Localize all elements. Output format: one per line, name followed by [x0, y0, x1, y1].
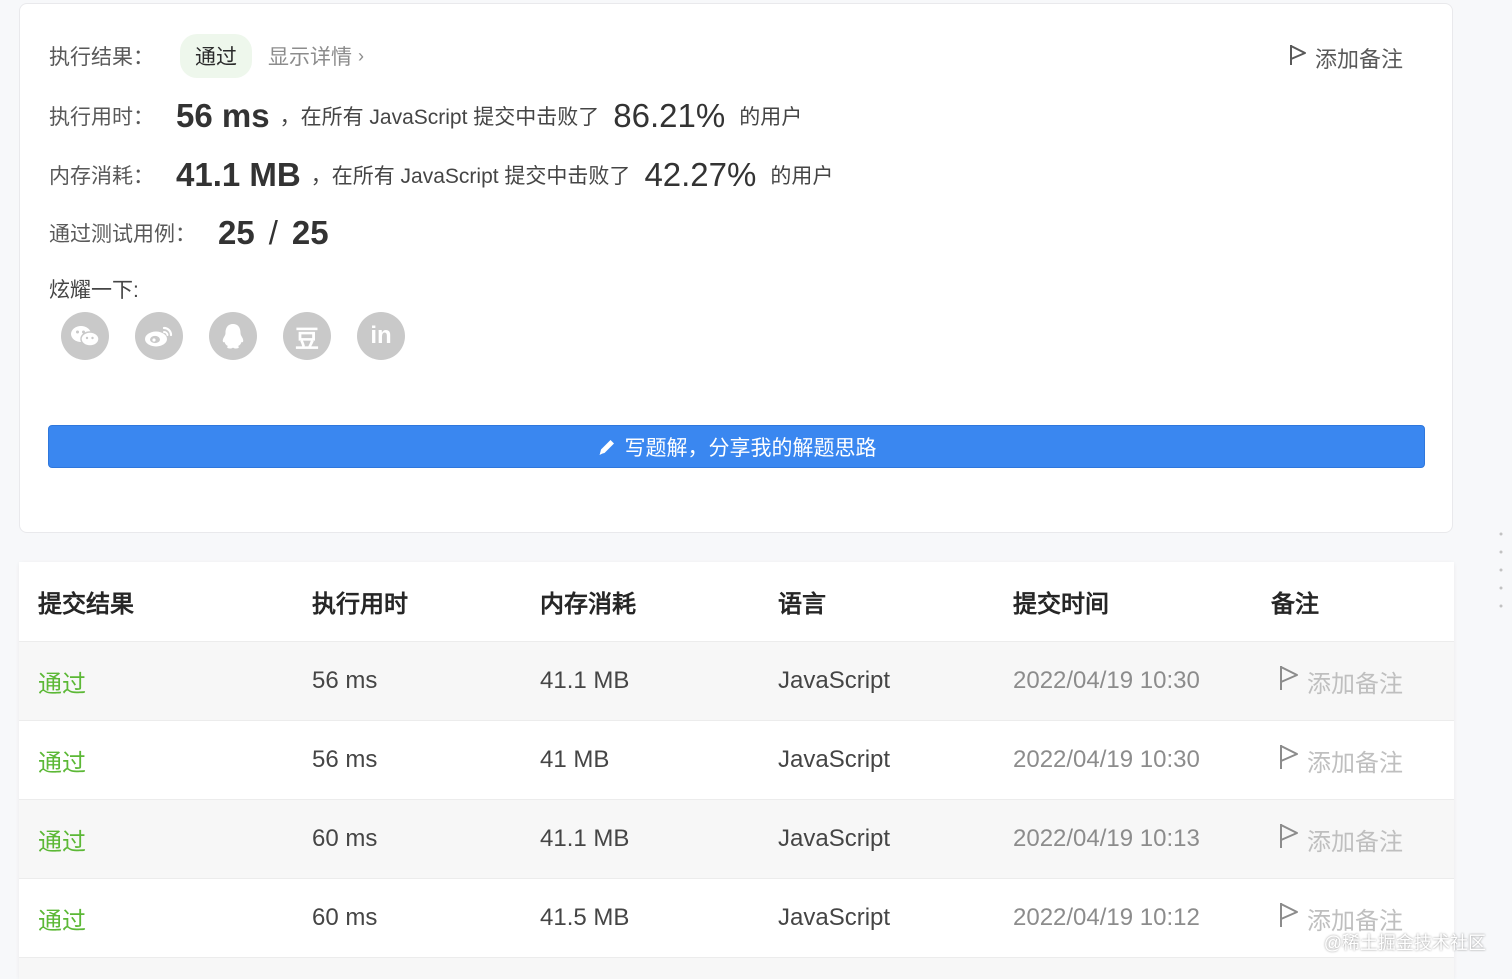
write-solution-button[interactable]: 写题解，分享我的解题思路 [48, 425, 1425, 468]
show-details-link[interactable]: 显示详情 › [268, 41, 364, 71]
row-status[interactable]: 通过 [38, 664, 86, 699]
runtime-row: 执行用时： 56 ms ，在所有 JavaScript 提交中击败了 86.21… [49, 97, 802, 135]
write-solution-label: 写题解，分享我的解题思路 [624, 436, 877, 460]
row-time: 2022/04/19 10:13 [1013, 825, 1200, 852]
memory-suffix: 的用户 [770, 165, 834, 188]
pencil-icon [597, 437, 617, 457]
row-runtime: 56 ms [312, 667, 378, 694]
douban-glyph: 豆 [295, 325, 319, 353]
row-runtime: 56 ms [312, 746, 378, 773]
header-note: 备注 [1271, 591, 1319, 618]
show-details-label: 显示详情 [268, 46, 352, 69]
row-memory: 41.1 MB [540, 825, 630, 852]
row-time: 2022/04/19 10:12 [1013, 904, 1200, 931]
row-language: JavaScript [778, 667, 891, 694]
submissions-table: 提交结果 执行用时 内存消耗 语言 提交时间 备注 通过 56 ms 41.1 … [19, 562, 1454, 979]
row-memory: 41.5 MB [540, 904, 630, 931]
flag-icon [1279, 823, 1299, 856]
flag-icon [1279, 665, 1299, 698]
runtime-mid-text: ，在所有 JavaScript 提交中击败了 [279, 106, 600, 129]
tests-label: 通过测试用例： [49, 223, 196, 246]
row-status[interactable]: 通过 [38, 822, 86, 857]
linkedin-glyph: in [370, 322, 392, 349]
row-add-note-button[interactable]: 添加备注 [1279, 664, 1403, 699]
header-status: 提交结果 [38, 591, 134, 618]
row-add-note-label: 添加备注 [1307, 749, 1403, 777]
row-language: JavaScript [778, 904, 891, 931]
memory-value: 41.1 MB [176, 156, 301, 193]
share-icons: 豆 in [61, 312, 405, 360]
share-label: 炫耀一下: [49, 279, 139, 302]
add-note-button[interactable]: 添加备注 [1289, 42, 1403, 74]
runtime-percent: 86.21% [613, 97, 726, 134]
row-add-note-label: 添加备注 [1307, 828, 1403, 856]
row-time: 2022/04/19 10:30 [1013, 667, 1200, 694]
add-note-label: 添加备注 [1314, 47, 1403, 72]
chevron-right-icon: › [358, 45, 364, 66]
row-language: JavaScript [778, 746, 891, 773]
result-row: 执行结果： 通过 显示详情 › [49, 34, 364, 78]
status-badge: 通过 [180, 34, 252, 78]
row-runtime: 60 ms [312, 825, 378, 852]
row-language: JavaScript [778, 825, 891, 852]
watermark: @稀土掘金技术社区 [1323, 933, 1486, 953]
runtime-value: 56 ms [176, 97, 270, 134]
result-label: 执行结果： [49, 46, 154, 69]
runtime-label: 执行用时： [49, 106, 154, 129]
weibo-icon[interactable] [135, 312, 183, 360]
memory-percent: 42.27% [644, 156, 757, 193]
row-status[interactable]: 通过 [38, 901, 86, 936]
table-row-partial [19, 958, 1454, 979]
row-time: 2022/04/19 10:30 [1013, 746, 1200, 773]
row-memory: 41 MB [540, 746, 610, 773]
tests-row: 通过测试用例： 25 / 25 [49, 214, 329, 252]
row-runtime: 60 ms [312, 904, 378, 931]
header-language: 语言 [778, 591, 826, 618]
share-row: 炫耀一下: [49, 274, 139, 304]
flag-icon [1279, 744, 1299, 777]
row-add-note-button[interactable]: 添加备注 [1279, 822, 1403, 857]
table-row[interactable]: 通过 56 ms 41 MB JavaScript 2022/04/19 10:… [19, 721, 1454, 800]
memory-row: 内存消耗： 41.1 MB ，在所有 JavaScript 提交中击败了 42.… [49, 156, 833, 194]
runtime-suffix: 的用户 [739, 106, 803, 129]
table-row[interactable]: 通过 60 ms 41.1 MB JavaScript 2022/04/19 1… [19, 800, 1454, 879]
table-row[interactable]: 通过 56 ms 41.1 MB JavaScript 2022/04/19 1… [19, 642, 1454, 721]
douban-icon[interactable]: 豆 [283, 312, 331, 360]
row-add-note-label: 添加备注 [1307, 670, 1403, 698]
flag-icon [1289, 44, 1307, 72]
table-header: 提交结果 执行用时 内存消耗 语言 提交时间 备注 [19, 562, 1454, 642]
tests-passed: 25 [218, 214, 255, 251]
row-memory: 41.1 MB [540, 667, 630, 694]
header-memory: 内存消耗 [540, 591, 636, 618]
table-row[interactable]: 通过 60 ms 41.5 MB JavaScript 2022/04/19 1… [19, 879, 1454, 958]
memory-mid-text: ，在所有 JavaScript 提交中击败了 [310, 165, 631, 188]
tests-total: 25 [291, 214, 329, 251]
wechat-icon[interactable] [61, 312, 109, 360]
memory-label: 内存消耗： [49, 165, 154, 188]
header-time: 提交时间 [1013, 591, 1109, 618]
header-runtime: 执行用时 [312, 591, 408, 618]
flag-icon [1279, 902, 1299, 935]
linkedin-icon[interactable]: in [357, 312, 405, 360]
scrollbar-handle[interactable] [1498, 530, 1504, 610]
row-add-note-button[interactable]: 添加备注 [1279, 743, 1403, 778]
row-status[interactable]: 通过 [38, 743, 86, 778]
submission-result-card: 执行结果： 通过 显示详情 › 添加备注 执行用时： 56 ms ，在所有 Ja… [19, 3, 1453, 533]
tests-separator: / [268, 214, 278, 251]
qq-icon[interactable] [209, 312, 257, 360]
